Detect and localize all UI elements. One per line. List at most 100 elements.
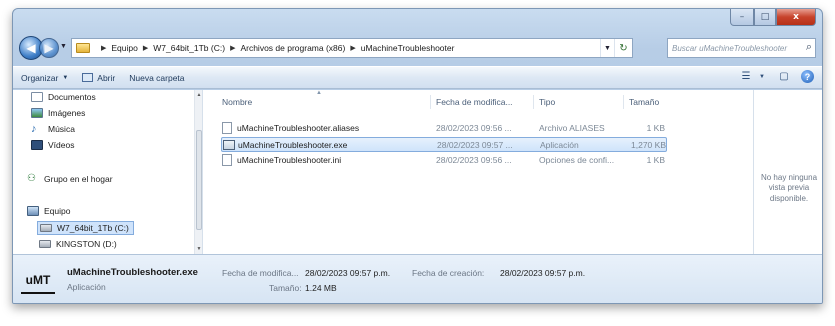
nav-item-label: Grupo en el hogar	[44, 174, 113, 184]
chevron-down-icon[interactable]: ▼	[755, 71, 769, 83]
open-button[interactable]: Abrir	[82, 73, 115, 83]
help-icon[interactable]: ?	[801, 70, 814, 83]
chevron-down-icon: ▼	[604, 44, 611, 52]
nav-item-label: Vídeos	[48, 140, 75, 150]
chevron-right-icon[interactable]: ▶	[101, 44, 106, 52]
file-type: Opciones de confi...	[539, 155, 615, 165]
scroll-up-arrow-icon[interactable]: ▲	[195, 92, 203, 98]
column-header-date[interactable]: Fecha de modifica...	[436, 97, 513, 107]
nav-item-drive-c[interactable]: W7_64bit_1Tb (C:)	[37, 221, 134, 235]
file-date: 28/02/2023 09:57 ...	[437, 140, 513, 150]
address-controls: ▼ ↻	[600, 39, 632, 57]
address-row: ◀ ▶ ▼ ▶ Equipo ▶ W7_64bit_1Tb (C:) ▶ Arc…	[13, 33, 822, 63]
application-icon	[223, 140, 235, 150]
file-date: 28/02/2023 09:56 ...	[436, 123, 512, 133]
drive-icon	[40, 224, 52, 232]
open-label: Abrir	[97, 72, 116, 83]
column-separator[interactable]	[623, 95, 624, 109]
caption-buttons: – □ x	[730, 9, 816, 26]
file-icon	[222, 122, 232, 134]
folder-icon	[76, 43, 90, 53]
file-size: 1,270 KB	[631, 140, 666, 150]
file-type: Aplicación	[540, 140, 579, 150]
column-separator[interactable]	[430, 95, 431, 109]
search-placeholder: Buscar uMachineTroubleshooter	[672, 43, 788, 53]
scroll-down-arrow-icon[interactable]: ▼	[195, 246, 203, 252]
preview-pane-icon[interactable]: ▢	[777, 71, 791, 83]
file-row[interactable]: uMachineTroubleshooter.aliases 28/02/202…	[221, 121, 667, 136]
breadcrumb-program-files[interactable]: Archivos de programa (x86)	[240, 43, 345, 53]
details-created-value: 28/02/2023 09:57 p.m.	[500, 268, 586, 278]
column-separator[interactable]	[533, 95, 534, 109]
nav-item-kingston[interactable]: KINGSTON (D:)	[39, 239, 117, 249]
app-logo: uMT	[21, 268, 55, 294]
chevron-down-icon: ▼	[62, 74, 69, 81]
column-header-size[interactable]: Tamaño	[629, 97, 659, 107]
nav-item-musica[interactable]: ♪ Música	[31, 123, 75, 135]
sort-indicator-icon: ▲	[316, 90, 322, 96]
organize-button[interactable]: Organizar ▼	[21, 73, 68, 83]
computer-icon	[27, 206, 39, 216]
chevron-right-icon[interactable]: ▶	[350, 44, 355, 52]
file-type: Archivo ALIASES	[539, 123, 605, 133]
nav-item-label: KINGSTON (D:)	[56, 239, 117, 249]
nav-item-label: Equipo	[44, 206, 71, 216]
address-dropdown-button[interactable]: ▼	[600, 39, 614, 57]
document-icon	[31, 92, 43, 102]
nav-item-documentos[interactable]: Documentos	[31, 92, 96, 102]
details-modified-label: Fecha de modifica...	[222, 268, 299, 278]
search-icon[interactable]: ⌕	[806, 41, 812, 54]
new-folder-label: Nueva carpeta	[129, 72, 185, 83]
nav-item-equipo[interactable]: Equipo	[27, 206, 70, 216]
details-modified-value: 28/02/2023 09:57 p.m.	[305, 268, 391, 278]
maximize-button[interactable]: □	[754, 9, 776, 26]
settings-file-icon	[222, 154, 232, 166]
chevron-right-icon[interactable]: ▶	[143, 44, 148, 52]
nav-item-homegroup[interactable]: ⚇ Grupo en el hogar	[27, 173, 113, 185]
chevron-right-icon[interactable]: ▶	[230, 44, 235, 52]
nav-item-videos[interactable]: Vídeos	[31, 140, 74, 150]
nav-scrollbar[interactable]: ▲ ▼	[194, 90, 202, 254]
details-size-value: 1.24 MB	[305, 283, 337, 293]
nav-item-label: Documentos	[48, 92, 96, 102]
file-size: 1 KB	[646, 155, 665, 165]
file-row[interactable]: uMachineTroubleshooter.ini 28/02/2023 09…	[221, 153, 667, 168]
file-row-selected[interactable]: uMachineTroubleshooter.exe 28/02/2023 09…	[221, 137, 667, 152]
chevron-down-icon: ▼	[60, 43, 67, 50]
main-area: Documentos Imágenes ♪ Música Vídeos ⚇ Gr…	[13, 90, 822, 254]
preview-pane: No hay ninguna vista previa disponible.	[753, 90, 822, 254]
homegroup-icon: ⚇	[27, 173, 36, 184]
breadcrumb-drive[interactable]: W7_64bit_1Tb (C:)	[153, 43, 225, 53]
organize-label: Organizar	[21, 72, 59, 83]
address-bar[interactable]: ▶ Equipo ▶ W7_64bit_1Tb (C:) ▶ Archivos …	[71, 38, 633, 58]
refresh-button[interactable]: ↻	[614, 39, 632, 57]
arrow-right-icon: ▶	[44, 41, 54, 55]
usb-drive-icon	[39, 240, 51, 248]
scrollbar-thumb[interactable]	[196, 130, 202, 230]
details-created-label: Fecha de creación:	[412, 268, 485, 278]
nav-item-label: Música	[48, 124, 75, 134]
forward-button[interactable]: ▶	[39, 38, 59, 58]
details-size-label: Tamaño:	[269, 283, 302, 293]
recent-pages-dropdown[interactable]: ▼	[60, 43, 67, 50]
file-size: 1 KB	[646, 123, 665, 133]
details-file-name: uMachineTroubleshooter.exe	[67, 267, 198, 278]
new-folder-button[interactable]: Nueva carpeta	[129, 73, 184, 83]
toolbar-right: ☰ ▼ ▢ ?	[731, 70, 814, 83]
navigation-pane: Documentos Imágenes ♪ Música Vídeos ⚇ Gr…	[13, 90, 203, 254]
file-list: Nombre ▲ Fecha de modifica... Tipo Tamañ…	[208, 90, 673, 254]
file-date: 28/02/2023 09:56 ...	[436, 155, 512, 165]
music-icon: ♪	[31, 123, 37, 135]
minimize-button[interactable]: –	[730, 9, 754, 26]
column-header-type[interactable]: Tipo	[539, 97, 555, 107]
file-name: uMachineTroubleshooter.exe	[238, 140, 348, 150]
change-view-icon[interactable]: ☰	[739, 71, 753, 83]
nav-item-label: W7_64bit_1Tb (C:)	[57, 223, 129, 233]
column-header-name[interactable]: Nombre	[222, 97, 252, 107]
nav-item-imagenes[interactable]: Imágenes	[31, 108, 85, 118]
close-button[interactable]: x	[776, 9, 816, 26]
breadcrumb-equipo[interactable]: Equipo	[111, 43, 137, 53]
breadcrumb-current-folder[interactable]: uMachineTroubleshooter	[361, 43, 455, 53]
nav-item-label: Imágenes	[48, 108, 86, 118]
search-input[interactable]: Buscar uMachineTroubleshooter ⌕	[667, 38, 816, 58]
